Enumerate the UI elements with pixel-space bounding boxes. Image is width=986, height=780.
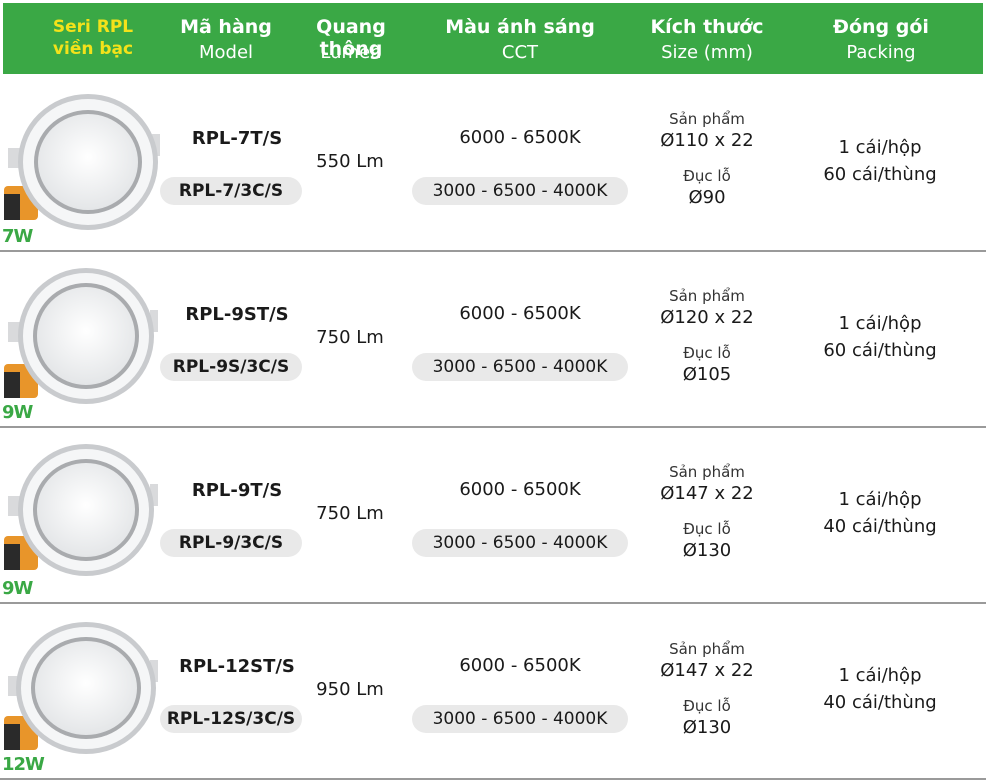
model-code-3c: RPL-12S/3C/S (160, 705, 302, 733)
model-code: RPL-7T/S (191, 128, 283, 149)
header-size: Kích thước Size (mm) (627, 3, 787, 74)
cutout-value: Ø105 (682, 364, 732, 385)
cct-3color: 3000 - 6500 - 4000K (412, 353, 628, 381)
packing-per-box: 1 cái/hộp (838, 313, 922, 334)
packing-per-box: 1 cái/hộp (838, 489, 922, 510)
header-size-en: Size (mm) (661, 42, 753, 63)
product-size-label: Sản phẩm (669, 287, 745, 305)
cutout-value: Ø130 (682, 540, 732, 561)
header-cct-en: CCT (501, 42, 539, 63)
model-code: RPL-9T/S (191, 480, 283, 501)
cct-3color: 3000 - 6500 - 4000K (412, 705, 628, 733)
product-size-value: Ø147 x 22 (660, 483, 754, 504)
packing-block: 1 cái/hộp 60 cái/thùng (800, 310, 960, 364)
header-pack-vi: Đóng gói (833, 16, 929, 38)
model-code: RPL-12ST/S (179, 656, 295, 677)
packing-per-carton: 60 cái/thùng (823, 164, 937, 185)
header-cct-vi: Màu ánh sáng (445, 16, 595, 38)
size-block: Sản phẩm Ø110 x 22 Đục lỗ Ø90 (640, 110, 774, 220)
product-row: 9W RPL-9ST/S RPL-9S/3C/S 750 Lm 6000 - 6… (0, 252, 986, 428)
header-size-vi: Kích thước (650, 16, 764, 38)
lumen-value: 750 Lm (316, 327, 384, 348)
header-pack: Đóng gói Packing (803, 3, 959, 74)
cutout-label: Đục lỗ (683, 167, 731, 185)
packing-per-carton: 40 cái/thùng (823, 692, 937, 713)
table-header: Seri RPL viền bạc Mã hàng Model Quang th… (3, 3, 983, 74)
product-size-value: Ø120 x 22 (660, 307, 754, 328)
cct-single: 6000 - 6500K (459, 655, 581, 676)
model-code-3c: RPL-9S/3C/S (160, 353, 302, 381)
packing-per-box: 1 cái/hộp (838, 665, 922, 686)
wattage-label: 7W (2, 226, 33, 247)
header-pack-en: Packing (846, 42, 916, 63)
downlight-image: 7W (0, 76, 160, 252)
downlight-image: 9W (0, 428, 160, 604)
wattage-label: 12W (2, 754, 45, 775)
lumen-value: 950 Lm (316, 679, 384, 700)
cct-3color: 3000 - 6500 - 4000K (412, 529, 628, 557)
size-block: Sản phẩm Ø120 x 22 Đục lỗ Ø105 (640, 287, 774, 397)
header-model-vi: Mã hàng (180, 16, 272, 38)
model-code-3c: RPL-9/3C/S (160, 529, 302, 557)
header-model-en: Model (198, 42, 254, 63)
packing-block: 1 cái/hộp 40 cái/thùng (800, 486, 960, 540)
product-row: 9W RPL-9T/S RPL-9/3C/S 750 Lm 6000 - 650… (0, 428, 986, 604)
header-lumen: Quang thông Lumen (283, 3, 419, 74)
packing-per-carton: 60 cái/thùng (823, 340, 937, 361)
wattage-label: 9W (2, 402, 33, 423)
header-cct: Màu ánh sáng CCT (423, 3, 617, 74)
size-block: Sản phẩm Ø147 x 22 Đục lỗ Ø130 (640, 463, 774, 573)
cutout-label: Đục lỗ (683, 344, 731, 362)
cct-3color: 3000 - 6500 - 4000K (412, 177, 628, 205)
cct-single: 6000 - 6500K (459, 127, 581, 148)
product-size-label: Sản phẩm (669, 640, 745, 658)
packing-block: 1 cái/hộp 40 cái/thùng (800, 662, 960, 716)
wattage-label: 9W (2, 578, 33, 599)
header-lumen-en: Lumen (320, 42, 382, 63)
packing-per-box: 1 cái/hộp (838, 137, 922, 158)
model-code: RPL-9ST/S (185, 304, 289, 325)
cutout-value: Ø130 (682, 717, 732, 738)
packing-per-carton: 40 cái/thùng (823, 516, 937, 537)
downlight-image: 9W (0, 252, 160, 428)
header-model: Mã hàng Model (153, 3, 299, 74)
product-size-label: Sản phẩm (669, 110, 745, 128)
product-row: 12W RPL-12ST/S RPL-12S/3C/S 950 Lm 6000 … (0, 604, 986, 780)
cutout-value: Ø90 (688, 187, 726, 208)
product-size-label: Sản phẩm (669, 463, 745, 481)
size-block: Sản phẩm Ø147 x 22 Đục lỗ Ø130 (640, 640, 774, 750)
product-size-value: Ø147 x 22 (660, 660, 754, 681)
cct-single: 6000 - 6500K (459, 479, 581, 500)
cct-single: 6000 - 6500K (459, 303, 581, 324)
lumen-value: 550 Lm (316, 151, 384, 172)
model-code-3c: RPL-7/3C/S (160, 177, 302, 205)
product-row: 7W RPL-7T/S RPL-7/3C/S 550 Lm 6000 - 650… (0, 76, 986, 252)
cutout-label: Đục lỗ (683, 520, 731, 538)
packing-block: 1 cái/hộp 60 cái/thùng (800, 134, 960, 188)
lumen-value: 750 Lm (316, 503, 384, 524)
product-size-value: Ø110 x 22 (660, 130, 754, 151)
cutout-label: Đục lỗ (683, 697, 731, 715)
downlight-image: 12W (0, 604, 160, 780)
